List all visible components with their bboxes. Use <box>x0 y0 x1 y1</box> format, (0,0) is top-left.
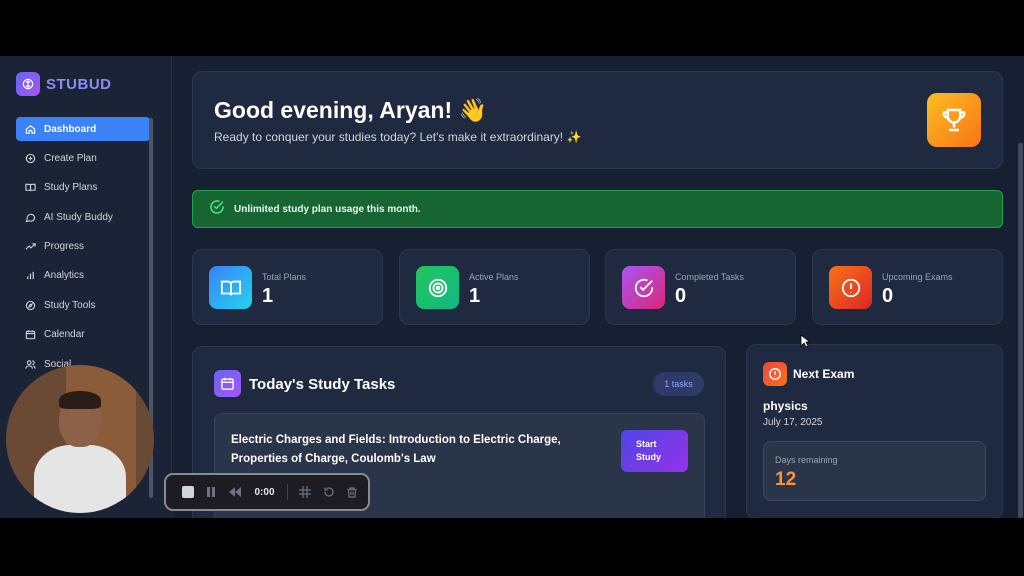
stat-card-completed-tasks: Completed Tasks 0 <box>605 249 796 325</box>
start-study-button[interactable]: Start Study <box>621 430 688 472</box>
sidebar-item-analytics[interactable]: Analytics <box>16 264 150 288</box>
sidebar-nav: Dashboard Create Plan Study Plans AI Stu… <box>16 117 150 382</box>
calendar-icon <box>214 370 241 397</box>
stat-label: Upcoming Exams <box>882 272 953 282</box>
task-title: Electric Charges and Fields: Introductio… <box>231 434 561 465</box>
next-exam-card: Next Exam physics July 17, 2025 Days rem… <box>746 344 1003 518</box>
days-remaining-box: Days remaining 12 <box>763 441 986 501</box>
greeting-subtitle: Ready to conquer your studies today? Let… <box>214 130 582 144</box>
toolbar-divider <box>286 484 288 500</box>
sidebar-item-create-plan[interactable]: Create Plan <box>16 146 150 170</box>
brain-icon <box>16 72 40 96</box>
target-icon <box>416 266 459 309</box>
stat-value: 1 <box>262 285 274 307</box>
home-icon <box>24 123 36 135</box>
restart-icon[interactable] <box>321 484 337 500</box>
trash-icon[interactable] <box>344 484 360 500</box>
book-open-icon <box>209 266 252 309</box>
sidebar-item-label: Progress <box>44 241 85 253</box>
sidebar-item-progress[interactable]: Progress <box>16 235 150 259</box>
stat-value: 1 <box>469 285 481 307</box>
stat-label: Active Plans <box>469 272 519 282</box>
button-label-line2: Study <box>636 452 662 462</box>
sidebar-item-study-plans[interactable]: Study Plans <box>16 176 150 200</box>
sidebar-item-label: Study Plans <box>44 182 98 194</box>
recorder-toolbar: 0:00 <box>164 473 370 511</box>
webcam-overlay <box>6 365 154 513</box>
check-circle-icon <box>209 199 225 220</box>
stat-label: Completed Tasks <box>675 272 744 282</box>
tasks-title: Today's Study Tasks <box>249 376 396 393</box>
sidebar-item-label: Dashboard <box>44 123 97 135</box>
alert-circle-icon <box>829 266 872 309</box>
sidebar-item-label: Analytics <box>44 270 85 282</box>
book-icon <box>24 182 36 194</box>
stat-value: 0 <box>882 285 894 307</box>
stop-icon[interactable] <box>180 484 196 500</box>
exam-date: July 17, 2025 <box>763 417 823 428</box>
alert-circle-icon <box>763 362 787 386</box>
days-remaining-label: Days remaining <box>775 455 838 465</box>
sidebar-item-label: Study Tools <box>44 299 96 311</box>
webcam-person-hair <box>59 391 101 409</box>
grid-icon[interactable] <box>297 484 313 500</box>
tasks-count-badge: 1 tasks <box>653 372 704 396</box>
sidebar-item-label: Calendar <box>44 329 85 341</box>
mouse-cursor-icon <box>800 334 812 353</box>
sidebar-item-ai-study-buddy[interactable]: AI Study Buddy <box>16 205 150 229</box>
next-exam-title: Next Exam <box>793 367 855 381</box>
main-scrollbar[interactable] <box>1018 143 1023 518</box>
brand[interactable]: STUBUD <box>16 72 112 96</box>
days-remaining-value: 12 <box>775 469 797 490</box>
bar-chart-icon <box>24 270 36 282</box>
brand-name: STUBUD <box>46 75 112 93</box>
webcam-person-body <box>34 445 126 513</box>
sidebar-item-label: Create Plan <box>44 152 97 164</box>
stat-label: Total Plans <box>262 272 307 282</box>
trophy-icon <box>927 93 981 147</box>
plus-circle-icon <box>24 152 36 164</box>
stat-value: 0 <box>675 285 687 307</box>
app-window: STUBUD Dashboard Create Plan Study Plans… <box>0 56 1024 518</box>
sidebar-item-label: AI Study Buddy <box>44 211 113 223</box>
rewind-icon[interactable] <box>227 484 243 500</box>
chat-icon <box>24 211 36 223</box>
greeting-title: Good evening, Aryan! 👋 <box>214 97 488 123</box>
stat-card-active-plans: Active Plans 1 <box>399 249 590 325</box>
sidebar-item-study-tools[interactable]: Study Tools <box>16 293 150 317</box>
button-label-line1: Start <box>636 439 657 449</box>
banner-text: Unlimited study plan usage this month. <box>234 203 421 215</box>
stat-card-total-plans: Total Plans 1 <box>192 249 383 325</box>
recording-time: 0:00 <box>254 486 275 498</box>
sidebar-item-calendar[interactable]: Calendar <box>16 323 150 347</box>
check-circle-icon <box>622 266 665 309</box>
main-content: Good evening, Aryan! 👋 Ready to conquer … <box>172 56 1024 518</box>
exam-subject: physics <box>763 399 808 413</box>
pause-icon[interactable] <box>204 484 220 500</box>
trending-up-icon <box>24 241 36 253</box>
usage-banner: Unlimited study plan usage this month. <box>192 190 1003 228</box>
sidebar-item-dashboard[interactable]: Dashboard <box>16 117 150 141</box>
greeting-card: Good evening, Aryan! 👋 Ready to conquer … <box>192 71 1003 169</box>
stat-card-upcoming-exams: Upcoming Exams 0 <box>812 249 1003 325</box>
compass-icon <box>24 299 36 311</box>
calendar-icon <box>24 329 36 341</box>
users-icon <box>24 358 36 370</box>
